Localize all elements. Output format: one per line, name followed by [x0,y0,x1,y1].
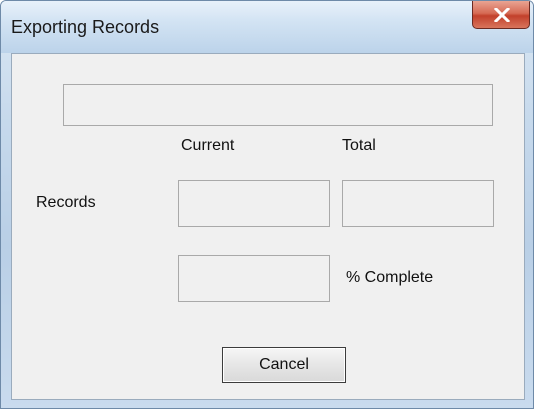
close-icon [494,8,510,22]
percent-complete-label: % Complete [346,269,434,286]
title-bar[interactable]: Exporting Records [1,1,533,53]
dialog-window: Exporting Records Current Total Records … [0,0,534,409]
total-column-label: Total [342,137,376,154]
current-records-field [178,180,330,227]
total-records-field [342,180,494,227]
current-column-label: Current [181,137,235,154]
dialog-body: Current Total Records % Complete Cancel [11,53,525,400]
window-title: Exporting Records [11,17,160,37]
cancel-button[interactable]: Cancel [222,347,346,383]
status-field [63,84,493,126]
close-button[interactable] [472,1,530,29]
records-label: Records [36,194,96,211]
percent-complete-field [178,255,330,302]
